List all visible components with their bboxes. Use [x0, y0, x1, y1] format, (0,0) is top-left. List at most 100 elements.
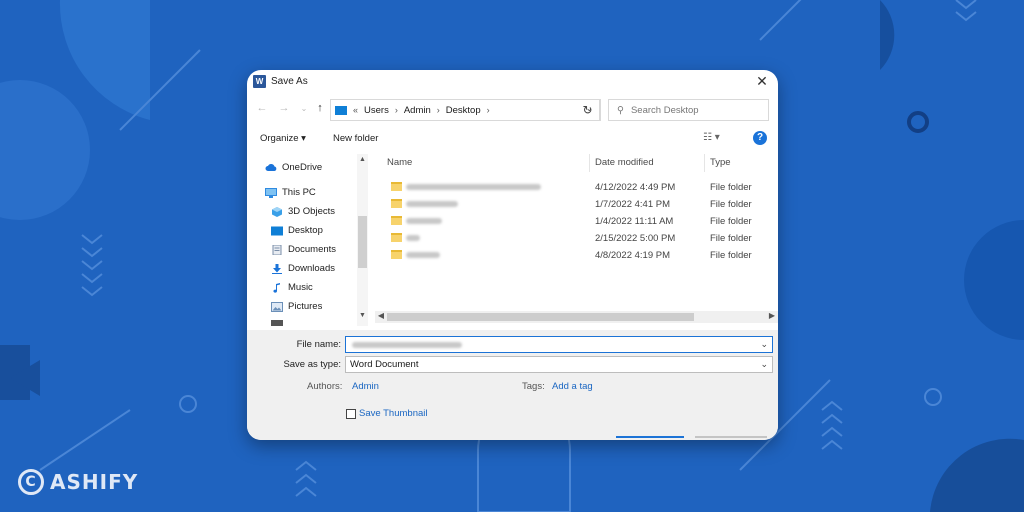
picture-icon	[271, 301, 283, 312]
file-name-redacted	[406, 201, 458, 207]
save-options-panel: File name: ⌄ Save as type: Word Document…	[247, 330, 778, 440]
save-thumbnail-checkbox[interactable]	[346, 409, 356, 419]
file-list-horizontal-scrollbar[interactable]: ◀ ▶	[375, 311, 778, 323]
save-as-type-label: Save as type:	[283, 359, 341, 370]
navigation-pane-scrollbar[interactable]: ▲ ▼	[357, 154, 368, 326]
file-name-value-redacted	[352, 342, 462, 348]
close-button[interactable]: ✕	[754, 73, 770, 89]
sort-caret-icon: ⌃	[483, 154, 490, 159]
folder-icon	[391, 182, 402, 191]
video-icon	[271, 320, 283, 326]
save-as-type-dropdown-icon[interactable]: ⌄	[760, 357, 768, 372]
sidebar-item-this-pc[interactable]: This PC	[265, 187, 316, 198]
breadcrumb-desktop[interactable]: Desktop	[446, 105, 481, 116]
document-icon	[272, 244, 282, 255]
file-type: File folder	[710, 199, 752, 210]
file-name-dropdown-icon[interactable]: ⌄	[760, 337, 768, 352]
brand-logo-icon: C	[18, 469, 44, 495]
desktop-folder-icon	[335, 105, 347, 115]
sidebar-item-pictures[interactable]: Pictures	[271, 301, 322, 312]
breadcrumb-separator[interactable]: ›	[437, 105, 440, 115]
file-type: File folder	[710, 182, 752, 193]
sidebar-item-downloads[interactable]: Downloads	[271, 263, 335, 274]
change-view-button[interactable]: ☷ ▾	[703, 132, 720, 143]
desktop-icon	[271, 226, 283, 235]
add-tag-link[interactable]: Add a tag	[552, 381, 593, 392]
scroll-down-arrow-icon[interactable]: ▼	[357, 312, 368, 319]
breadcrumb-users[interactable]: Users	[364, 105, 389, 116]
save-as-dialog: W Save As ✕ ← → ⌄ ↑ « Users › Admin › De…	[247, 70, 778, 440]
horizontal-scroll-thumb[interactable]	[387, 313, 694, 321]
file-date: 1/4/2022 11:11 AM	[595, 216, 674, 227]
sidebar-item-desktop[interactable]: Desktop	[271, 225, 323, 236]
navigation-bar: ← → ⌄ ↑ « Users › Admin › Desktop › ⌄ ↻ …	[247, 96, 778, 124]
brand-watermark: C ASHIFY	[18, 467, 138, 497]
sidebar-item-documents[interactable]: Documents	[271, 244, 336, 255]
breadcrumb-overflow[interactable]: «	[353, 105, 358, 115]
authors-value[interactable]: Admin	[352, 381, 379, 392]
file-row[interactable]: 4/8/2022 4:19 PM File folder	[375, 247, 778, 264]
file-name-redacted	[406, 252, 440, 258]
file-row[interactable]: 2/15/2022 5:00 PM File folder	[375, 230, 778, 247]
forward-button[interactable]: →	[277, 102, 291, 114]
sidebar-item-music[interactable]: Music	[271, 282, 313, 293]
folder-icon	[391, 199, 402, 208]
sidebar-item-3d-objects[interactable]: 3D Objects	[271, 206, 335, 217]
folder-icon	[391, 216, 402, 225]
cancel-button[interactable]	[695, 436, 767, 440]
scroll-right-arrow-icon[interactable]: ▶	[766, 311, 778, 320]
sidebar-item-label: Downloads	[288, 263, 335, 274]
column-header-name[interactable]: Name	[387, 154, 412, 172]
cube-icon	[272, 206, 282, 217]
column-divider[interactable]	[589, 154, 590, 172]
up-button[interactable]: ↑	[313, 102, 327, 114]
file-row[interactable]: 1/7/2022 4:41 PM File folder	[375, 196, 778, 213]
sidebar-item-label: OneDrive	[282, 162, 323, 173]
search-input[interactable]: ⚲ Search Desktop	[608, 99, 769, 121]
file-row[interactable]: 1/4/2022 11:11 AM File folder	[375, 213, 778, 230]
back-button[interactable]: ←	[255, 102, 269, 114]
sidebar-item-label: 3D Objects	[288, 206, 335, 217]
dialog-title: Save As	[271, 76, 308, 87]
file-date: 4/8/2022 4:19 PM	[595, 250, 670, 261]
file-date: 4/12/2022 4:49 PM	[595, 182, 676, 193]
sidebar-item-label: Desktop	[288, 225, 323, 236]
refresh-button[interactable]: ↻	[575, 99, 601, 121]
command-toolbar: Organize ▾ New folder ☷ ▾ ?	[247, 128, 778, 150]
file-name-redacted	[406, 218, 442, 224]
authors-label: Authors:	[307, 381, 343, 392]
cloud-icon	[265, 163, 277, 171]
search-icon: ⚲	[617, 104, 624, 116]
save-button[interactable]	[616, 436, 684, 440]
address-bar[interactable]: « Users › Admin › Desktop › ⌄	[330, 99, 600, 121]
breadcrumb-admin[interactable]: Admin	[404, 105, 431, 116]
scroll-up-arrow-icon[interactable]: ▲	[357, 156, 368, 163]
save-as-type-select[interactable]: Word Document ⌄	[345, 356, 773, 373]
new-folder-button[interactable]: New folder	[333, 133, 378, 144]
sidebar-item-onedrive[interactable]: OneDrive	[265, 162, 322, 173]
file-date: 2/15/2022 5:00 PM	[595, 233, 676, 244]
sidebar-item-label: Pictures	[288, 301, 323, 312]
scroll-left-arrow-icon[interactable]: ◀	[375, 311, 387, 320]
save-thumbnail-label[interactable]: Save Thumbnail	[359, 408, 427, 419]
navigation-scroll-thumb[interactable]	[358, 216, 367, 268]
music-icon	[273, 282, 280, 293]
brand-name: ASHIFY	[50, 470, 139, 494]
sidebar-item-label: Documents	[288, 244, 337, 255]
navigation-pane: OneDrive This PC 3D Objects Desktop Docu…	[253, 154, 372, 326]
column-header-type[interactable]: Type	[710, 154, 731, 172]
help-button[interactable]: ?	[753, 131, 767, 145]
file-row[interactable]: 4/12/2022 4:49 PM File folder	[375, 179, 778, 196]
breadcrumb-separator[interactable]: ›	[395, 105, 398, 115]
column-header-date-modified[interactable]: Date modified	[595, 154, 654, 172]
file-date: 1/7/2022 4:41 PM	[595, 199, 670, 210]
file-type: File folder	[710, 216, 752, 227]
column-divider[interactable]	[704, 154, 705, 172]
organize-menu-button[interactable]: Organize ▾	[260, 133, 306, 144]
sidebar-item-label: Music	[288, 282, 313, 293]
file-name-input[interactable]: ⌄	[345, 336, 773, 353]
computer-icon	[265, 187, 277, 198]
title-bar: W Save As ✕	[247, 70, 778, 94]
recent-locations-button[interactable]: ⌄	[297, 104, 311, 113]
breadcrumb-separator[interactable]: ›	[487, 105, 490, 115]
